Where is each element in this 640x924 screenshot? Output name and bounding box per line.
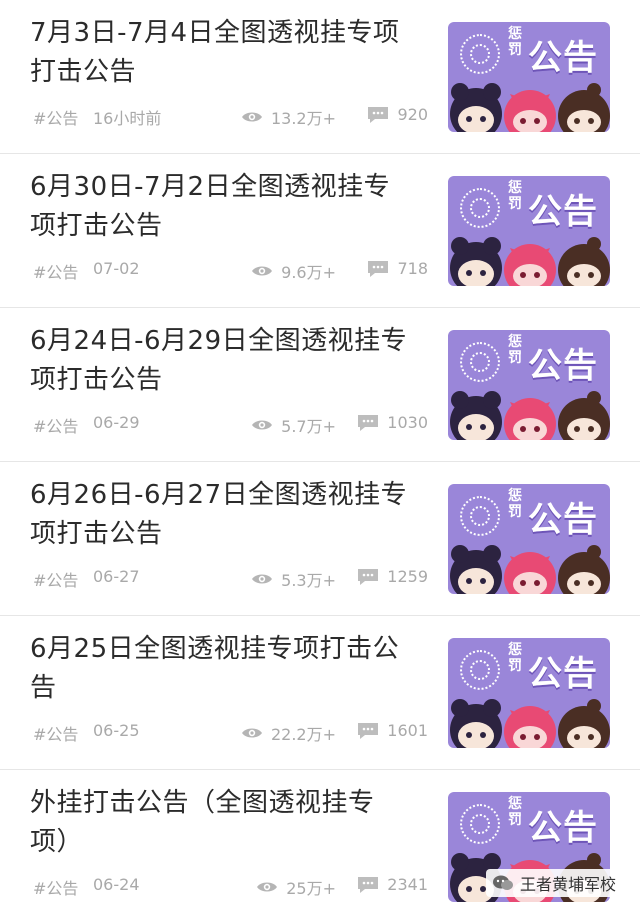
seal-icon <box>460 34 500 74</box>
view-count: 5.3万+ <box>251 567 336 591</box>
comment-count-text: 1030 <box>387 413 428 432</box>
comment-count[interactable]: 2341 <box>357 875 428 894</box>
article-thumbnail[interactable]: 惩罚 公告 <box>448 330 610 440</box>
eye-icon <box>241 112 262 122</box>
article-item[interactable]: 外挂打击公告（全图透视挂专项） #公告 06-24 25万+ 2341 惩罚 公… <box>0 770 640 924</box>
watermark: 王者黄埔军校 <box>485 869 622 897</box>
watermark-text: 王者黄埔军校 <box>519 875 616 894</box>
comment-icon <box>368 260 389 277</box>
article-thumbnail[interactable]: 惩罚 公告 <box>448 176 610 286</box>
article-meta: #公告 06-27 5.3万+ 1259 <box>33 565 428 591</box>
comment-count[interactable]: 1601 <box>357 721 428 740</box>
article-title[interactable]: 6月24日-6月29日全图透视挂专项打击公告 <box>30 322 410 400</box>
article-meta: #公告 06-24 25万+ 2341 <box>33 873 428 899</box>
article-title[interactable]: 6月30日-7月2日全图透视挂专项打击公告 <box>30 168 410 246</box>
characters-illustration <box>450 699 610 748</box>
view-count-text: 9.6万+ <box>281 263 336 282</box>
eye-icon <box>252 420 273 430</box>
seal-icon <box>460 188 500 228</box>
article-item[interactable]: 6月30日-7月2日全图透视挂专项打击公告 #公告 07-02 9.6万+ 71… <box>0 154 640 308</box>
comment-count-text: 1259 <box>387 567 428 586</box>
characters-illustration <box>450 237 610 286</box>
article-tag[interactable]: #公告 <box>33 105 78 129</box>
comment-icon <box>358 722 379 739</box>
comment-count[interactable]: 1030 <box>357 413 428 432</box>
eye-icon <box>257 882 278 892</box>
characters-illustration <box>450 391 610 440</box>
wechat-icon <box>492 875 513 890</box>
seal-icon <box>460 342 500 382</box>
view-count: 5.7万+ <box>251 413 336 437</box>
comment-icon <box>358 876 379 893</box>
view-count-text: 13.2万+ <box>270 109 336 128</box>
comment-icon <box>358 568 379 585</box>
article-time: 07-02 <box>93 259 140 278</box>
article-meta: #公告 16小时前 13.2万+ 920 <box>33 103 428 129</box>
article-time: 06-24 <box>93 875 140 894</box>
article-tag[interactable]: #公告 <box>33 413 78 437</box>
thumbnail-small-text: 惩罚 <box>508 796 522 828</box>
article-item[interactable]: 6月24日-6月29日全图透视挂专项打击公告 #公告 06-29 5.7万+ 1… <box>0 308 640 462</box>
article-title[interactable]: 6月25日全图透视挂专项打击公告 <box>30 630 410 708</box>
comment-count-text: 718 <box>397 259 428 278</box>
comment-count-text: 1601 <box>387 721 428 740</box>
article-time: 06-25 <box>93 721 140 740</box>
article-item[interactable]: 6月25日全图透视挂专项打击公告 #公告 06-25 22.2万+ 1601 惩… <box>0 616 640 770</box>
article-thumbnail[interactable]: 惩罚 公告 <box>448 638 610 748</box>
view-count-text: 25万+ <box>286 879 336 898</box>
article-feed: 7月3日-7月4日全图透视挂专项打击公告 #公告 16小时前 13.2万+ 92… <box>0 0 640 924</box>
thumbnail-small-text: 惩罚 <box>508 180 522 212</box>
view-count: 9.6万+ <box>251 259 336 283</box>
comment-icon <box>358 414 379 431</box>
eye-icon <box>241 728 262 738</box>
thumbnail-small-text: 惩罚 <box>508 26 522 58</box>
characters-illustration <box>450 545 610 594</box>
seal-icon <box>460 804 500 844</box>
article-title[interactable]: 7月3日-7月4日全图透视挂专项打击公告 <box>30 14 410 92</box>
view-count-text: 5.7万+ <box>281 417 336 436</box>
view-count: 22.2万+ <box>241 721 336 745</box>
seal-icon <box>460 496 500 536</box>
comment-count[interactable]: 920 <box>367 105 428 124</box>
comment-count[interactable]: 718 <box>367 259 428 278</box>
thumbnail-small-text: 惩罚 <box>508 488 522 520</box>
view-count-text: 22.2万+ <box>270 725 336 744</box>
view-count: 13.2万+ <box>241 105 336 129</box>
eye-icon <box>252 266 273 276</box>
article-title[interactable]: 外挂打击公告（全图透视挂专项） <box>30 784 410 862</box>
article-tag[interactable]: #公告 <box>33 259 78 283</box>
article-time: 16小时前 <box>93 109 162 128</box>
article-time: 06-29 <box>93 413 140 432</box>
article-meta: #公告 07-02 9.6万+ 718 <box>33 257 428 283</box>
article-meta: #公告 06-25 22.2万+ 1601 <box>33 719 428 745</box>
article-thumbnail[interactable]: 惩罚 公告 <box>448 484 610 594</box>
article-title[interactable]: 6月26日-6月27日全图透视挂专项打击公告 <box>30 476 410 554</box>
view-count-text: 5.3万+ <box>281 571 336 590</box>
article-tag[interactable]: #公告 <box>33 875 78 899</box>
article-item[interactable]: 6月26日-6月27日全图透视挂专项打击公告 #公告 06-27 5.3万+ 1… <box>0 462 640 616</box>
comment-count[interactable]: 1259 <box>357 567 428 586</box>
eye-icon <box>252 574 273 584</box>
thumbnail-small-text: 惩罚 <box>508 642 522 674</box>
comment-count-text: 920 <box>397 105 428 124</box>
article-item[interactable]: 7月3日-7月4日全图透视挂专项打击公告 #公告 16小时前 13.2万+ 92… <box>0 0 640 154</box>
view-count: 25万+ <box>256 875 336 899</box>
article-tag[interactable]: #公告 <box>33 567 78 591</box>
article-time: 06-27 <box>93 567 140 586</box>
comment-count-text: 2341 <box>387 875 428 894</box>
characters-illustration <box>450 83 610 132</box>
article-tag[interactable]: #公告 <box>33 721 78 745</box>
seal-icon <box>460 650 500 690</box>
article-thumbnail[interactable]: 惩罚 公告 <box>448 22 610 132</box>
comment-icon <box>368 106 389 123</box>
article-meta: #公告 06-29 5.7万+ 1030 <box>33 411 428 437</box>
thumbnail-small-text: 惩罚 <box>508 334 522 366</box>
